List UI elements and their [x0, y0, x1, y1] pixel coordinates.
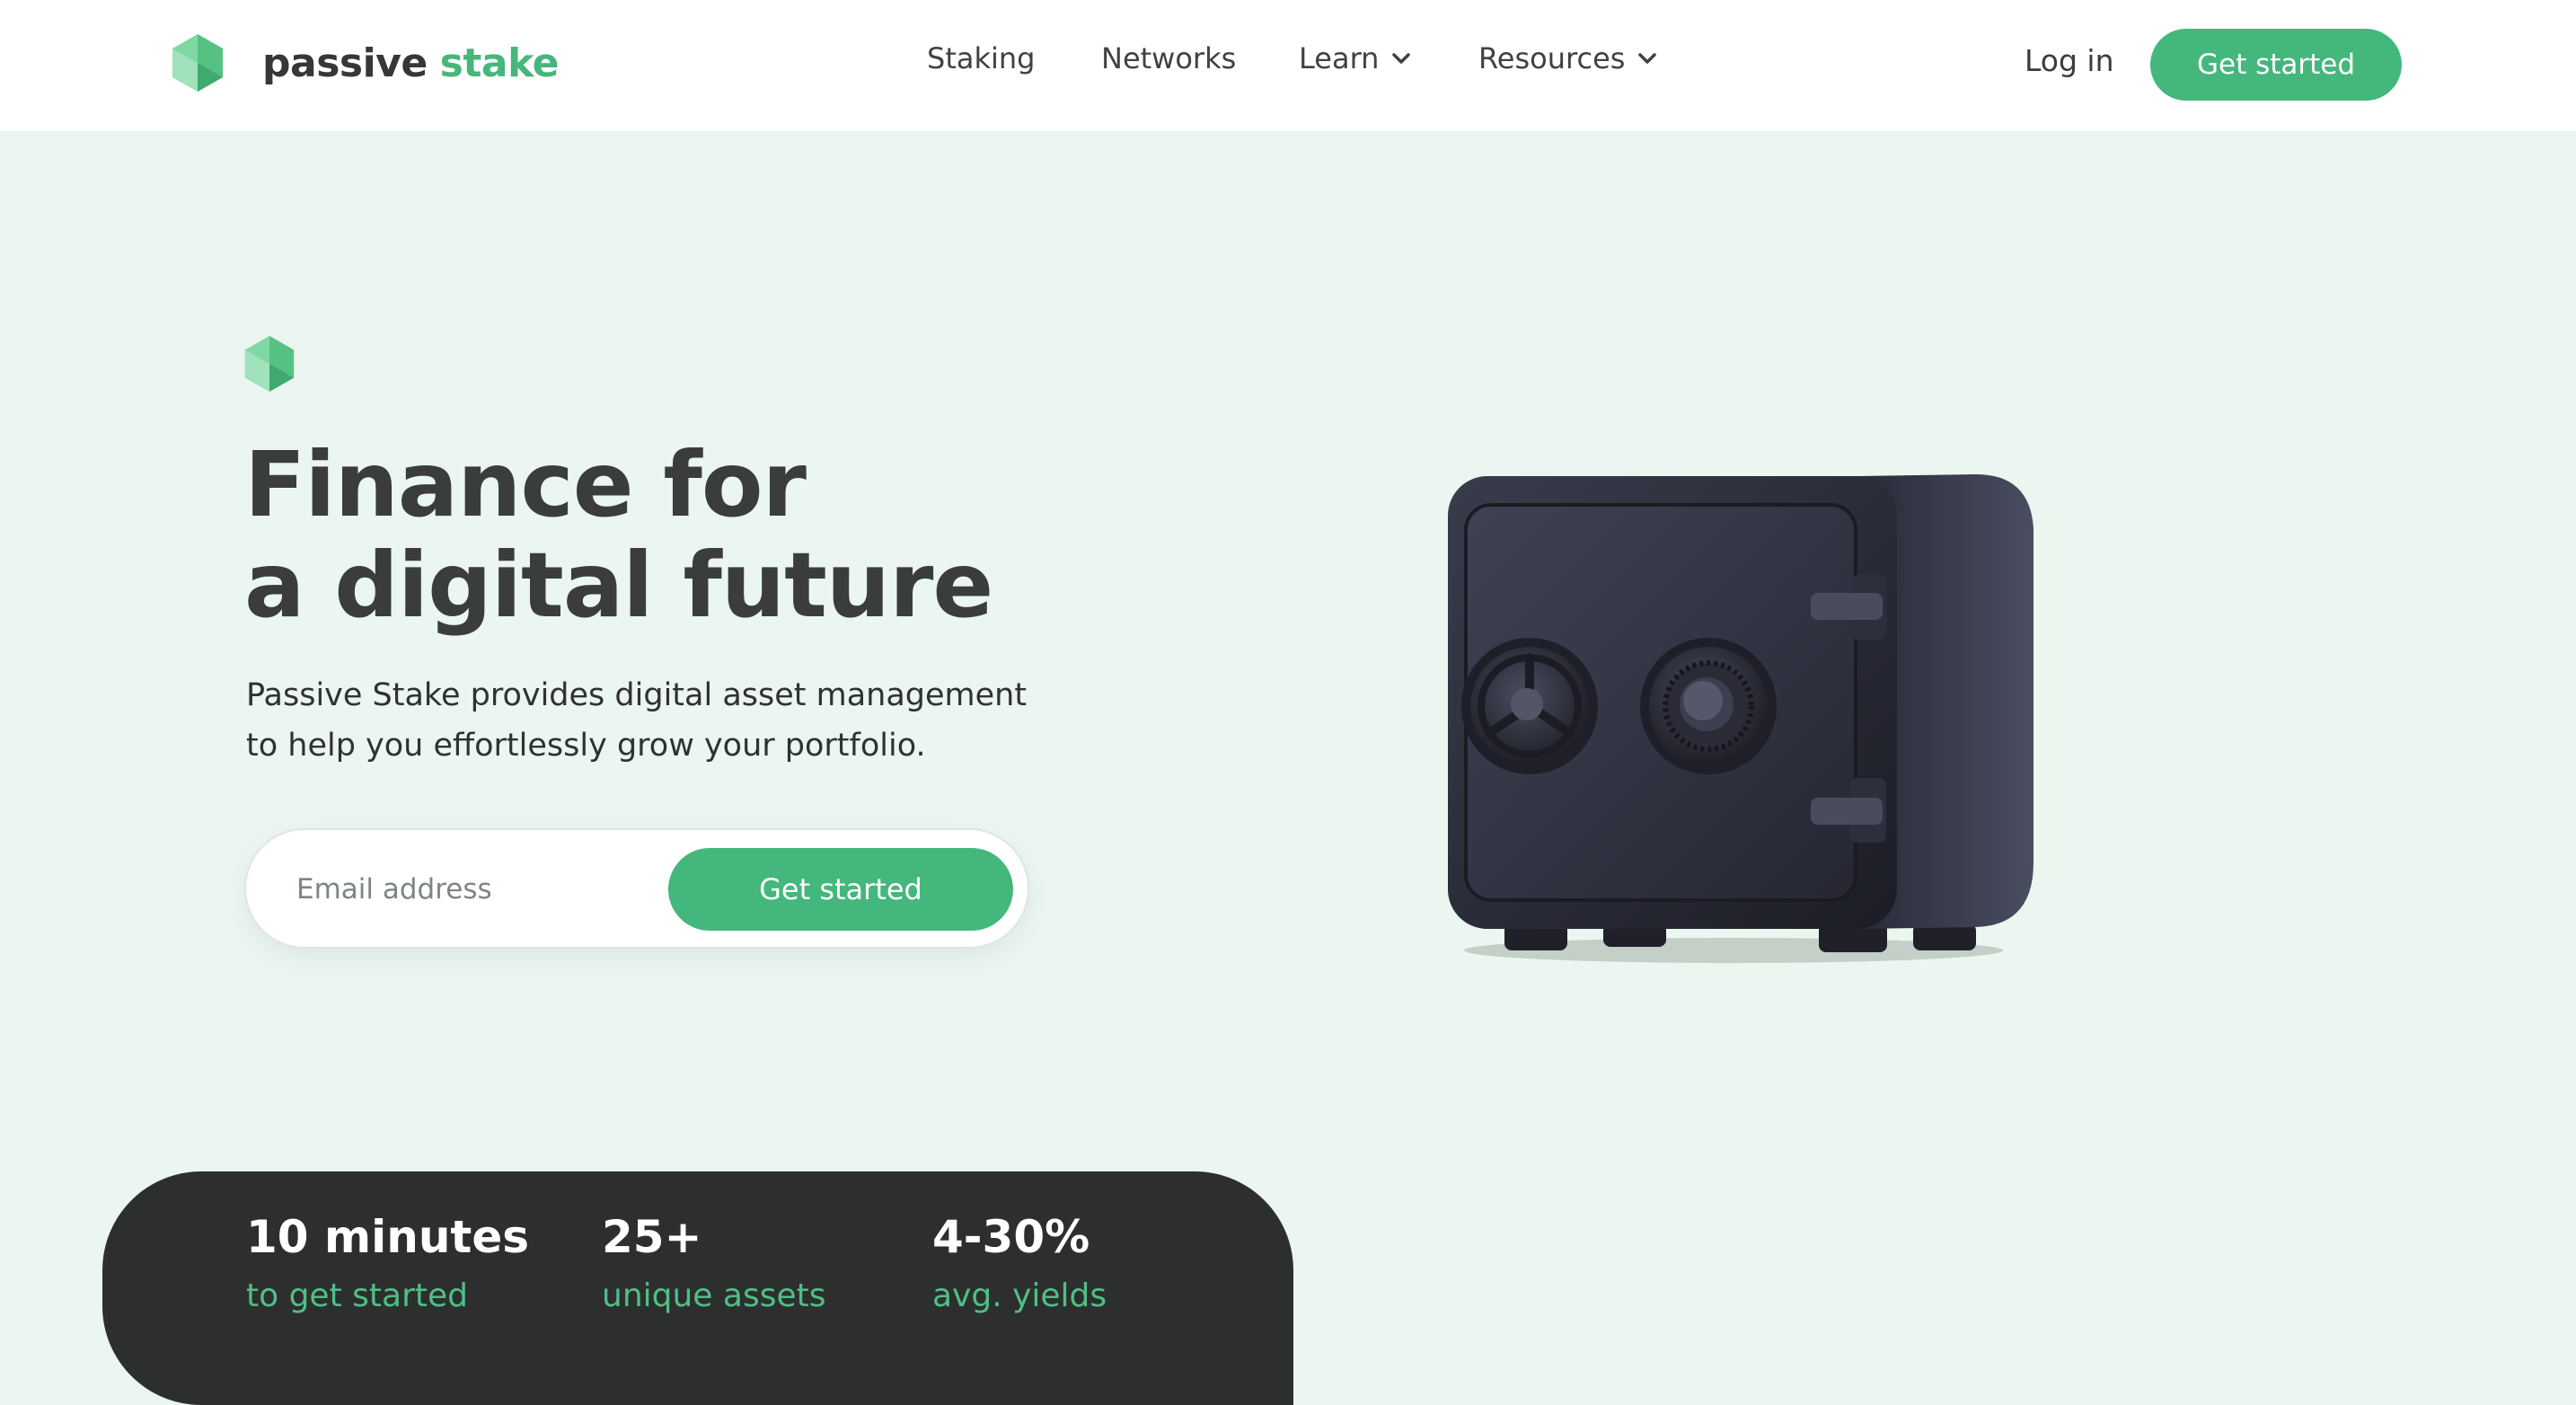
nav-learn[interactable]: Learn [1299, 41, 1411, 75]
brand-link[interactable]: passive stake [172, 34, 560, 92]
stat-value: 10 minutes [246, 1211, 529, 1263]
stat-unique-assets: 25+ unique assets [602, 1211, 826, 1314]
hero-title-line-2: a digital future [244, 533, 993, 638]
nav-staking[interactable]: Staking [927, 41, 1035, 75]
nav-networks[interactable]: Networks [1101, 41, 1236, 75]
hero-title-line-1: Finance for [244, 432, 807, 537]
login-link[interactable]: Log in [2025, 43, 2114, 78]
hexagon-logo-icon [244, 336, 295, 392]
site-header: passive stake Staking Networks Learn Reso… [0, 0, 2576, 131]
stat-value: 25+ [602, 1211, 702, 1263]
stats-bar: 10 minutes to get started 25+ unique ass… [102, 1171, 1293, 1405]
brand-name: passive stake [262, 40, 560, 86]
stat-label: unique assets [602, 1277, 826, 1314]
nav-resources-label: Resources [1478, 41, 1626, 75]
chevron-down-icon [1392, 53, 1411, 64]
hero-get-started-button[interactable]: Get started [668, 848, 1013, 931]
stat-value: 4-30% [932, 1211, 1090, 1263]
stat-label: to get started [246, 1277, 468, 1314]
brand-word-stake: stake [439, 40, 560, 86]
nav-networks-label: Networks [1101, 41, 1237, 75]
stat-label: avg. yields [932, 1277, 1107, 1314]
brand-word-passive: passive [262, 40, 428, 86]
email-signup-form: Get started [244, 828, 1029, 949]
stat-avg-yields: 4-30% avg. yields [932, 1211, 1107, 1314]
hexagon-logo-icon [172, 34, 223, 92]
chevron-down-icon [1638, 53, 1657, 64]
hero-subtitle: Passive Stake provides digital asset man… [246, 677, 1028, 764]
hero-title: Finance for a digital future [244, 435, 1232, 636]
header-get-started-button[interactable]: Get started [2150, 29, 2402, 101]
email-field[interactable] [296, 861, 656, 918]
nav-staking-label: Staking [927, 41, 1036, 75]
stat-setup-time: 10 minutes to get started [246, 1211, 529, 1314]
nav-resources[interactable]: Resources [1478, 41, 1657, 75]
nav-learn-label: Learn [1299, 41, 1380, 75]
safe-illustration [1448, 474, 2033, 963]
